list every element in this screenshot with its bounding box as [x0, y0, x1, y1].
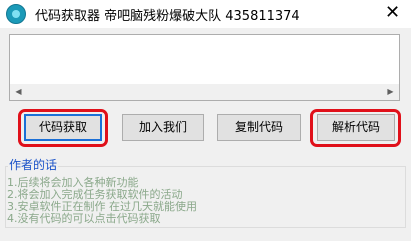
- app-icon: [6, 4, 26, 24]
- author-notes-title: 作者的话: [8, 156, 59, 173]
- red-highlight-get-code: [18, 109, 108, 147]
- close-button[interactable]: ✕: [374, 0, 411, 28]
- join-us-button[interactable]: 加入我们: [122, 114, 204, 141]
- title-bar[interactable]: 代码获取器 帝吧脑残粉爆破大队 435811374 ✕: [0, 0, 411, 28]
- note-line-4: 4.没有代码的可以点击代码获取: [7, 212, 161, 225]
- scroll-right-icon[interactable]: ▶: [382, 84, 399, 100]
- horizontal-scrollbar[interactable]: ◀ ▶: [10, 84, 399, 100]
- app-window: 代码获取器 帝吧脑残粉爆破大队 435811374 ✕ ◀ ▶ 代码获取 加入我…: [0, 0, 411, 241]
- scroll-left-icon[interactable]: ◀: [10, 84, 27, 100]
- red-highlight-parse-code: [310, 109, 401, 147]
- window-title: 代码获取器 帝吧脑残粉爆破大队 435811374: [35, 9, 300, 24]
- copy-code-button[interactable]: 复制代码: [217, 114, 301, 141]
